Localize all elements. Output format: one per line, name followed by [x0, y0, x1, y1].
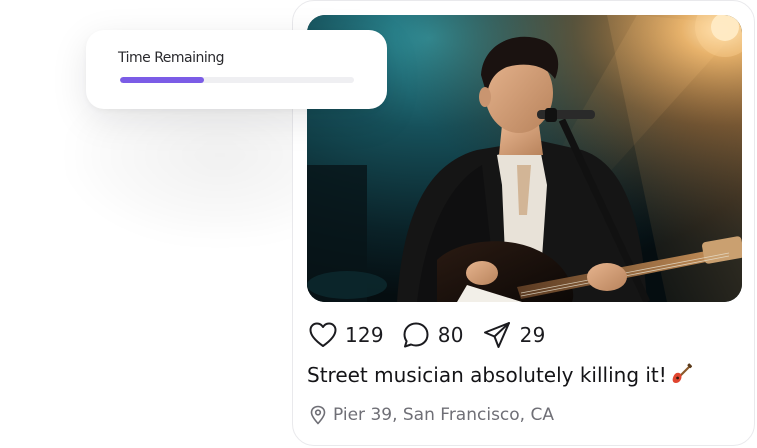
comment-count: 80	[437, 323, 464, 347]
time-remaining-label: Time Remaining	[118, 50, 225, 66]
send-icon	[483, 322, 510, 348]
post-caption: Street musician absolutely killing it!	[307, 363, 693, 390]
like-count: 129	[345, 323, 384, 347]
caption-text: Street musician absolutely killing it!	[307, 363, 667, 387]
comment-button[interactable]: 80	[402, 321, 464, 349]
comment-icon	[403, 322, 429, 348]
like-button[interactable]: 129	[309, 322, 384, 348]
heart-icon	[309, 322, 337, 347]
time-remaining-progress-fill	[120, 77, 205, 83]
post-actions: 129 80 29	[309, 319, 564, 351]
location-pin-icon	[310, 405, 326, 425]
guitar-emoji	[671, 363, 693, 390]
time-remaining-progress	[120, 77, 354, 83]
location-text: Pier 39, San Francisco, CA	[333, 405, 554, 425]
time-remaining-card: Time Remaining	[86, 30, 387, 109]
post-location[interactable]: Pier 39, San Francisco, CA	[309, 405, 554, 425]
share-button[interactable]: 29	[482, 320, 546, 350]
share-count: 29	[519, 323, 546, 347]
